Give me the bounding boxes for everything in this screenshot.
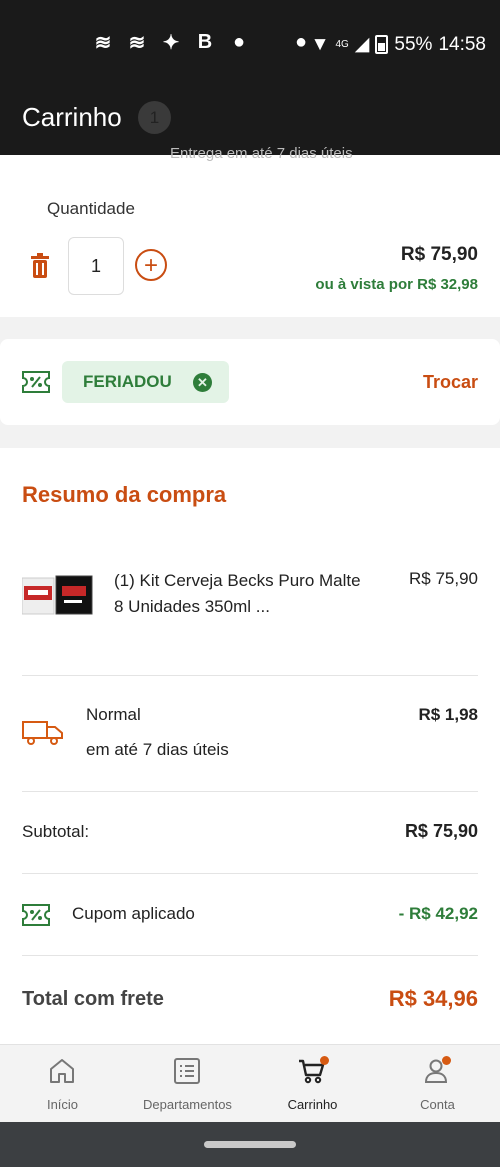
cart-count-badge: 1 (138, 101, 171, 134)
nav-label: Conta (420, 1097, 455, 1112)
coupon-discount-value: - R$ 42,92 (398, 904, 478, 923)
nav-label: Início (46, 1097, 79, 1112)
b-app-icon: B (197, 31, 213, 53)
divider (22, 873, 478, 874)
nav-item-departamentos[interactable]: Departamentos (125, 1045, 250, 1123)
list-icon (174, 1058, 200, 1084)
app-header: ≋ ≋ ✦ B ● ● ▼ 4G ◢ 55% 14:58 Carrinho 1 (0, 0, 500, 155)
subtotal-value: R$ 75,90 (404, 821, 478, 841)
network-label: 4G (335, 39, 349, 50)
status-bar: ≋ ≋ ✦ B ● ● ▼ 4G ◢ 55% 14:58 (0, 0, 500, 88)
account-notification-dot (442, 1056, 451, 1065)
notification-dot-icon: ● (232, 31, 246, 53)
battery-icon (375, 35, 389, 54)
divider (22, 791, 478, 792)
clock: 14:58 (438, 33, 486, 55)
subtotal-label: Subtotal: (22, 822, 90, 841)
nav-item-conta[interactable]: Conta (375, 1045, 500, 1123)
truck-icon (22, 721, 63, 745)
status-right: ▼ 4G ◢ 55% 14:58 (311, 33, 486, 56)
order-summary-card: Resumo da compra (1) Kit Cerveja Becks P… (0, 448, 500, 1044)
signal-icon: ◢ (354, 34, 370, 55)
nav-label: Carrinho (287, 1097, 338, 1112)
notification-app-icon: ≋ (128, 32, 146, 54)
home-gesture-handle[interactable] (204, 1141, 296, 1148)
quantity-field[interactable]: 1 (68, 237, 124, 295)
notification-app-icon: ≋ (94, 32, 112, 54)
coupon-icon (22, 904, 50, 926)
nav-item-carrinho[interactable]: Carrinho (250, 1045, 375, 1123)
increase-quantity-button[interactable]: + (135, 249, 167, 281)
coupon-code: FERIADOU (83, 372, 172, 391)
bottom-navigation: Início Departamentos Carrinho Conta (0, 1044, 500, 1123)
shipping-time: em até 7 dias úteis (86, 740, 229, 759)
remove-coupon-icon[interactable]: ✕ (193, 373, 212, 392)
notification-icons: ≋ ≋ ✦ B ● ● (92, 30, 312, 55)
delivery-peek-text: Entrega em até 7 dias úteis (170, 145, 353, 162)
battery-percent: 55% (394, 33, 433, 55)
coupon-icon (22, 371, 50, 393)
summary-title: Resumo da compra (22, 482, 227, 507)
item-cash-price: ou à vista por R$ 32,98 (315, 276, 478, 293)
coupon-applied-label: Cupom aplicado (72, 904, 195, 923)
shipping-type: Normal (86, 705, 141, 724)
item-price: R$ 75,90 (400, 244, 478, 265)
quantity-label: Quantidade (47, 199, 135, 218)
cart-item-card: Entrega em até 7 dias úteis Quantidade 1… (0, 145, 500, 317)
page-title: Carrinho (22, 102, 122, 132)
product-name: (1) Kit Cerveja Becks Puro Malte 8 Unida… (114, 571, 361, 616)
coupon-chip: FERIADOU ✕ (62, 361, 229, 403)
change-coupon-link[interactable]: Trocar (423, 372, 478, 393)
notification-dot-icon: ● (294, 31, 308, 53)
divider (22, 675, 478, 676)
divider (22, 955, 478, 956)
wifi-icon: ▼ (310, 33, 330, 55)
shipping-price: R$ 1,98 (418, 705, 478, 724)
cart-notification-dot (320, 1056, 329, 1065)
total-value: R$ 34,96 (388, 986, 478, 1011)
twitter-icon: ✦ (162, 32, 180, 54)
home-icon (50, 1059, 74, 1083)
trash-icon[interactable] (28, 253, 52, 279)
total-label: Total com frete (22, 988, 164, 1010)
coupon-card: FERIADOU ✕ Trocar (0, 339, 500, 425)
product-image (22, 575, 93, 615)
product-price: R$ 75,90 (409, 569, 478, 588)
nav-item-inicio[interactable]: Início (0, 1045, 125, 1123)
nav-label: Departamentos (143, 1097, 232, 1112)
system-navigation-bar (0, 1122, 500, 1167)
